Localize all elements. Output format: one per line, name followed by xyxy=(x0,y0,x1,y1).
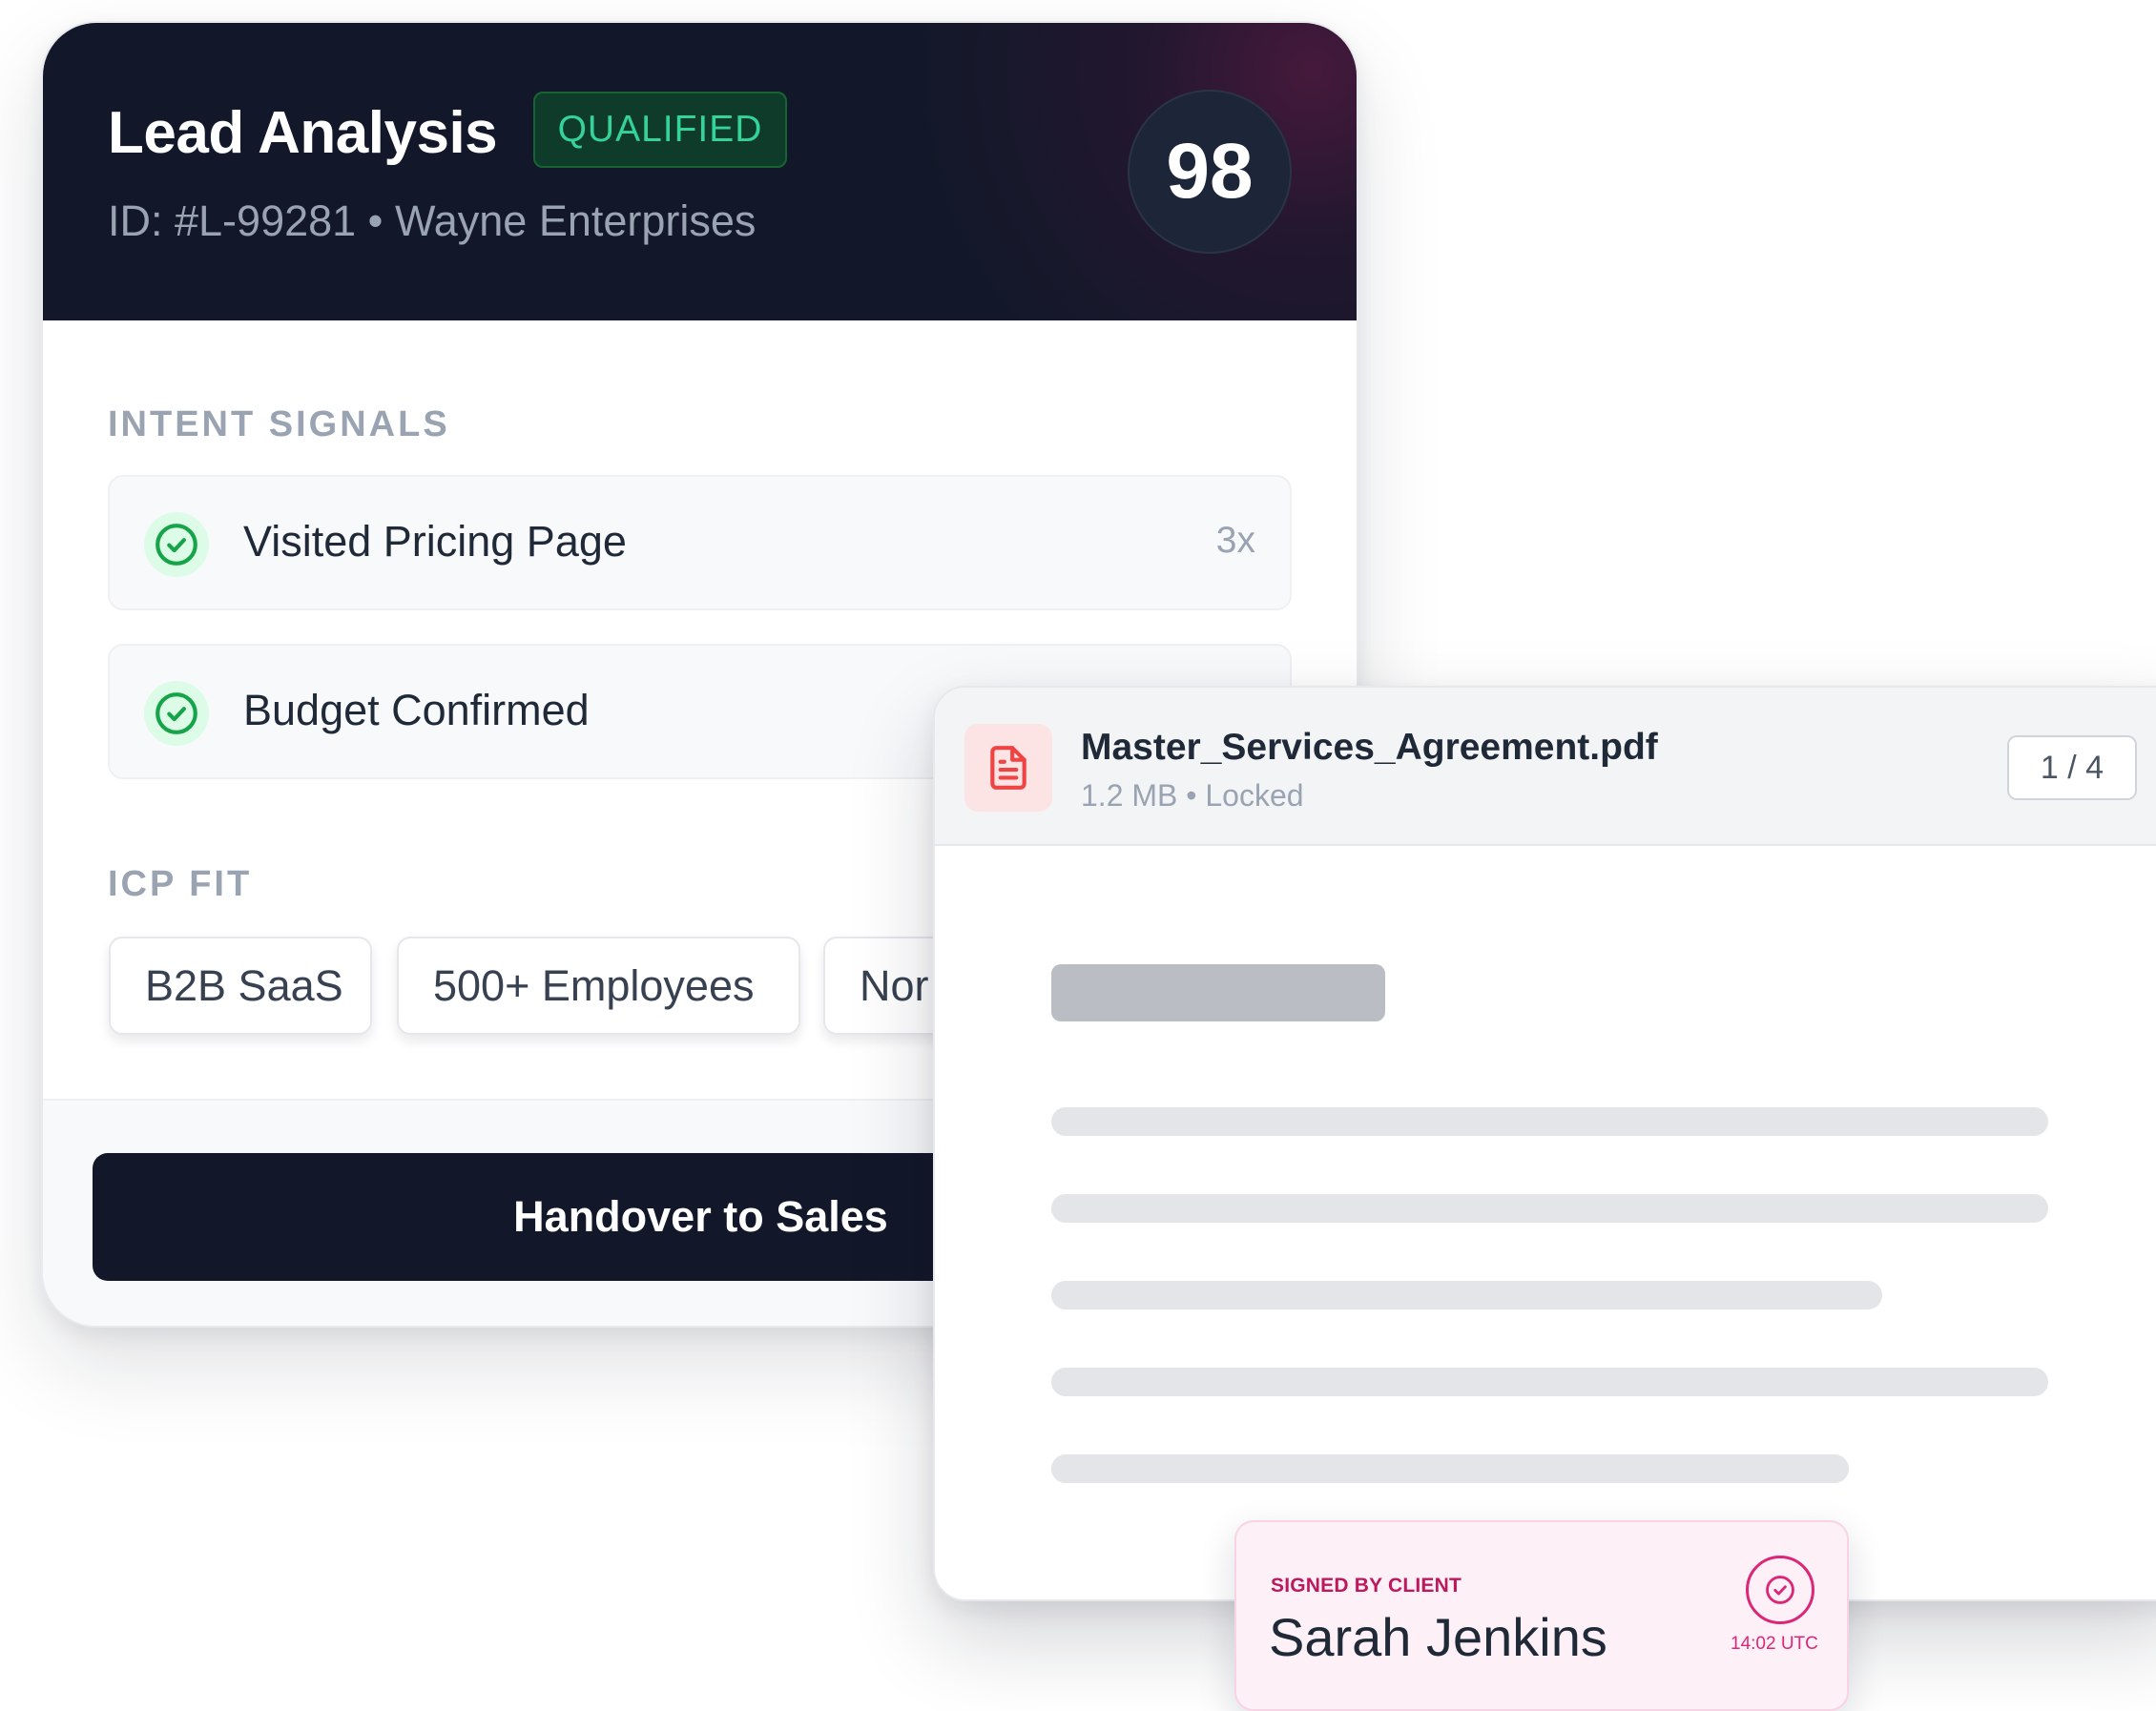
icp-fit-heading: ICP FIT xyxy=(108,864,253,904)
lead-subtitle: ID: #L-99281 • Wayne Enterprises xyxy=(108,196,757,245)
skeleton-line xyxy=(1051,1368,2048,1396)
signature-time: 14:02 UTC xyxy=(1731,1634,1818,1654)
lead-header: Lead Analysis QUALIFIED ID: #L-99281 • W… xyxy=(43,23,1357,320)
signal-label: Budget Confirmed xyxy=(243,686,590,734)
file-name: Master_Services_Agreement.pdf xyxy=(1081,727,1658,768)
check-circle-icon xyxy=(144,681,209,746)
check-circle-icon xyxy=(144,512,209,577)
status-badge: QUALIFIED xyxy=(533,92,787,168)
file-text-icon xyxy=(964,724,1052,812)
document-preview-card: Master_Services_Agreement.pdf 1.2 MB • L… xyxy=(933,686,2156,1601)
skeleton-heading xyxy=(1051,964,1385,1021)
file-meta: 1.2 MB • Locked xyxy=(1081,778,1304,813)
skeleton-line xyxy=(1051,1194,2048,1223)
icp-tag: 500+ Employees xyxy=(397,937,800,1035)
lead-title: Lead Analysis xyxy=(108,100,498,166)
intent-signals-heading: INTENT SIGNALS xyxy=(108,404,450,444)
page-indicator: 1 / 4 xyxy=(2007,735,2137,800)
signal-count: 3x xyxy=(1215,520,1255,561)
icp-tag: B2B SaaS xyxy=(109,937,372,1035)
signal-label: Visited Pricing Page xyxy=(243,517,627,566)
skeleton-line xyxy=(1051,1454,1849,1483)
skeleton-line xyxy=(1051,1281,1882,1309)
signer-name: Sarah Jenkins xyxy=(1269,1607,1607,1667)
lead-score: 98 xyxy=(1128,90,1292,254)
skeleton-line xyxy=(1051,1107,2048,1136)
signed-by-label: SIGNED BY CLIENT xyxy=(1271,1575,1462,1597)
signature-card: SIGNED BY CLIENT Sarah Jenkins 14:02 UTC xyxy=(1234,1520,1849,1711)
document-header: Master_Services_Agreement.pdf 1.2 MB • L… xyxy=(935,688,2156,846)
check-circle-icon xyxy=(1746,1556,1814,1624)
signal-row: Visited Pricing Page 3x xyxy=(108,475,1292,610)
